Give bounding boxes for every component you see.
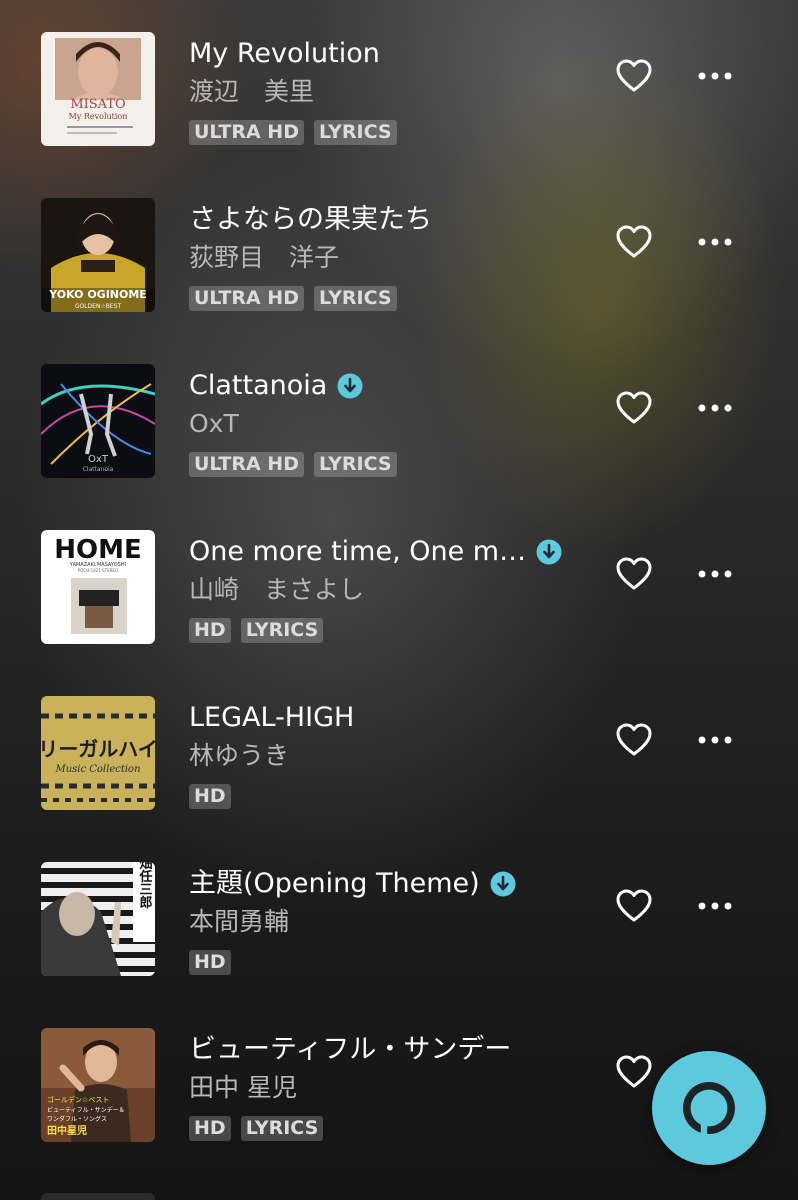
downloaded-icon — [536, 539, 562, 565]
album-art: YOKO OGINOME GOLDEN☆BEST — [41, 198, 155, 312]
downloaded-icon — [337, 373, 363, 399]
more-dots-icon — [698, 902, 732, 910]
album-art: 古畑任三郎 — [41, 862, 155, 976]
track-title[interactable]: LEGAL-HIGH — [189, 700, 354, 736]
track-title[interactable]: Clattanoia — [189, 368, 327, 404]
art-text: My Revolution — [69, 112, 128, 121]
album-art: HOME YAMAZAKI MASAYOSHI POCH-1621 STEREO — [41, 530, 155, 644]
track-title[interactable]: One more time, One m… — [189, 534, 526, 570]
track-title[interactable]: ビューティフル・サンデー — [189, 1032, 511, 1068]
track-artist[interactable]: 本間勇輔 — [189, 906, 289, 938]
art-text: HOME — [54, 535, 142, 565]
alexa-icon — [683, 1082, 735, 1134]
lyrics-badge: LYRICS — [313, 120, 397, 145]
alexa-button[interactable] — [652, 1051, 766, 1165]
art-text: 古畑任三郎 — [137, 862, 154, 910]
heart-outline-icon — [616, 723, 652, 756]
quality-badges: ULTRA HD LYRICS — [189, 452, 397, 477]
track-row[interactable]: OxT Clattanoia Clattanoia OxT ULTRA HD L… — [0, 332, 798, 498]
art-text: Music Collection — [54, 764, 140, 775]
more-dots-icon — [698, 736, 732, 744]
more-options-button[interactable] — [693, 718, 737, 762]
quality-badge: HD — [189, 950, 231, 975]
art-text: GOLDEN☆BEST — [75, 303, 122, 310]
heart-outline-icon — [616, 59, 652, 92]
album-art-partial — [41, 1193, 155, 1200]
art-text: Clattanoia — [83, 466, 114, 473]
track-artist[interactable]: 荻野目 洋子 — [189, 242, 339, 274]
art-text: ビューティフル・サンデー＆ — [47, 1106, 125, 1114]
more-options-button[interactable] — [693, 552, 737, 596]
more-dots-icon — [698, 570, 732, 578]
track-artist[interactable]: 田中 星児 — [189, 1072, 297, 1104]
track-row[interactable]: リーガルハイ Music Collection LEGAL-HIGH 林ゆうき … — [0, 664, 798, 830]
lyrics-badge: LYRICS — [240, 618, 324, 643]
lyrics-badge: LYRICS — [240, 1116, 324, 1141]
track-artist[interactable]: 山崎 まさよし — [189, 574, 364, 606]
heart-outline-icon — [616, 889, 652, 922]
art-text: OxT — [88, 454, 109, 465]
favorite-button[interactable] — [612, 1050, 656, 1094]
more-options-button[interactable] — [693, 220, 737, 264]
album-art: リーガルハイ Music Collection — [41, 696, 155, 810]
track-row[interactable]: YOKO OGINOME GOLDEN☆BEST さよならの果実たち 荻野目 洋… — [0, 166, 798, 332]
quality-badge: ULTRA HD — [189, 452, 304, 477]
quality-badge: HD — [189, 784, 231, 809]
heart-outline-icon — [616, 225, 652, 258]
album-art: OxT Clattanoia — [41, 364, 155, 478]
more-options-button[interactable] — [693, 386, 737, 430]
favorite-button[interactable] — [612, 718, 656, 762]
track-row[interactable]: MISATO My Revolution My Revolution 渡辺 美里… — [0, 0, 798, 166]
art-text: MISATO — [70, 97, 125, 112]
favorite-button[interactable] — [612, 54, 656, 98]
album-art: ゴールデン☆ベスト ビューティフル・サンデー＆ ワンダフル・ソングス 田中星児 — [41, 1028, 155, 1142]
art-text: ワンダフル・ソングス — [47, 1115, 107, 1123]
quality-badges: HD — [189, 950, 231, 975]
art-text: ゴールデン☆ベスト — [47, 1095, 109, 1104]
more-dots-icon — [698, 404, 732, 412]
quality-badges: ULTRA HD LYRICS — [189, 120, 397, 145]
art-text: リーガルハイ — [41, 737, 155, 761]
heart-outline-icon — [616, 1055, 652, 1088]
track-row[interactable]: HOME YAMAZAKI MASAYOSHI POCH-1621 STEREO… — [0, 498, 798, 664]
more-options-button[interactable] — [693, 884, 737, 928]
art-text: YOKO OGINOME — [48, 288, 147, 301]
track-artist[interactable]: OxT — [189, 408, 239, 440]
art-text: POCH-1621 STEREO — [78, 568, 118, 573]
track-artist[interactable]: 渡辺 美里 — [189, 76, 314, 108]
quality-badges: HD LYRICS — [189, 1116, 324, 1141]
quality-badge: ULTRA HD — [189, 120, 304, 145]
album-art: MISATO My Revolution — [41, 32, 155, 146]
heart-outline-icon — [616, 557, 652, 590]
heart-outline-icon — [616, 391, 652, 424]
downloaded-icon — [490, 871, 516, 897]
quality-badge: ULTRA HD — [189, 286, 304, 311]
track-title[interactable]: さよならの果実たち — [189, 202, 432, 238]
favorite-button[interactable] — [612, 386, 656, 430]
favorite-button[interactable] — [612, 552, 656, 596]
favorite-button[interactable] — [612, 220, 656, 264]
quality-badge: HD — [189, 1116, 231, 1141]
quality-badge: HD — [189, 618, 231, 643]
more-dots-icon — [698, 238, 732, 246]
favorite-button[interactable] — [612, 884, 656, 928]
track-artist[interactable]: 林ゆうき — [189, 740, 289, 772]
track-title[interactable]: 主題(Opening Theme) — [189, 866, 480, 902]
quality-badges: ULTRA HD LYRICS — [189, 286, 397, 311]
lyrics-badge: LYRICS — [313, 452, 397, 477]
quality-badges: HD LYRICS — [189, 618, 324, 643]
more-dots-icon — [698, 72, 732, 80]
more-options-button[interactable] — [693, 54, 737, 98]
track-title[interactable]: My Revolution — [189, 36, 380, 72]
track-row[interactable]: 古畑任三郎 主題(Opening Theme) 本間勇輔 HD — [0, 830, 798, 996]
quality-badges: HD — [189, 784, 231, 809]
art-text: 田中星児 — [47, 1124, 87, 1137]
lyrics-badge: LYRICS — [313, 286, 397, 311]
